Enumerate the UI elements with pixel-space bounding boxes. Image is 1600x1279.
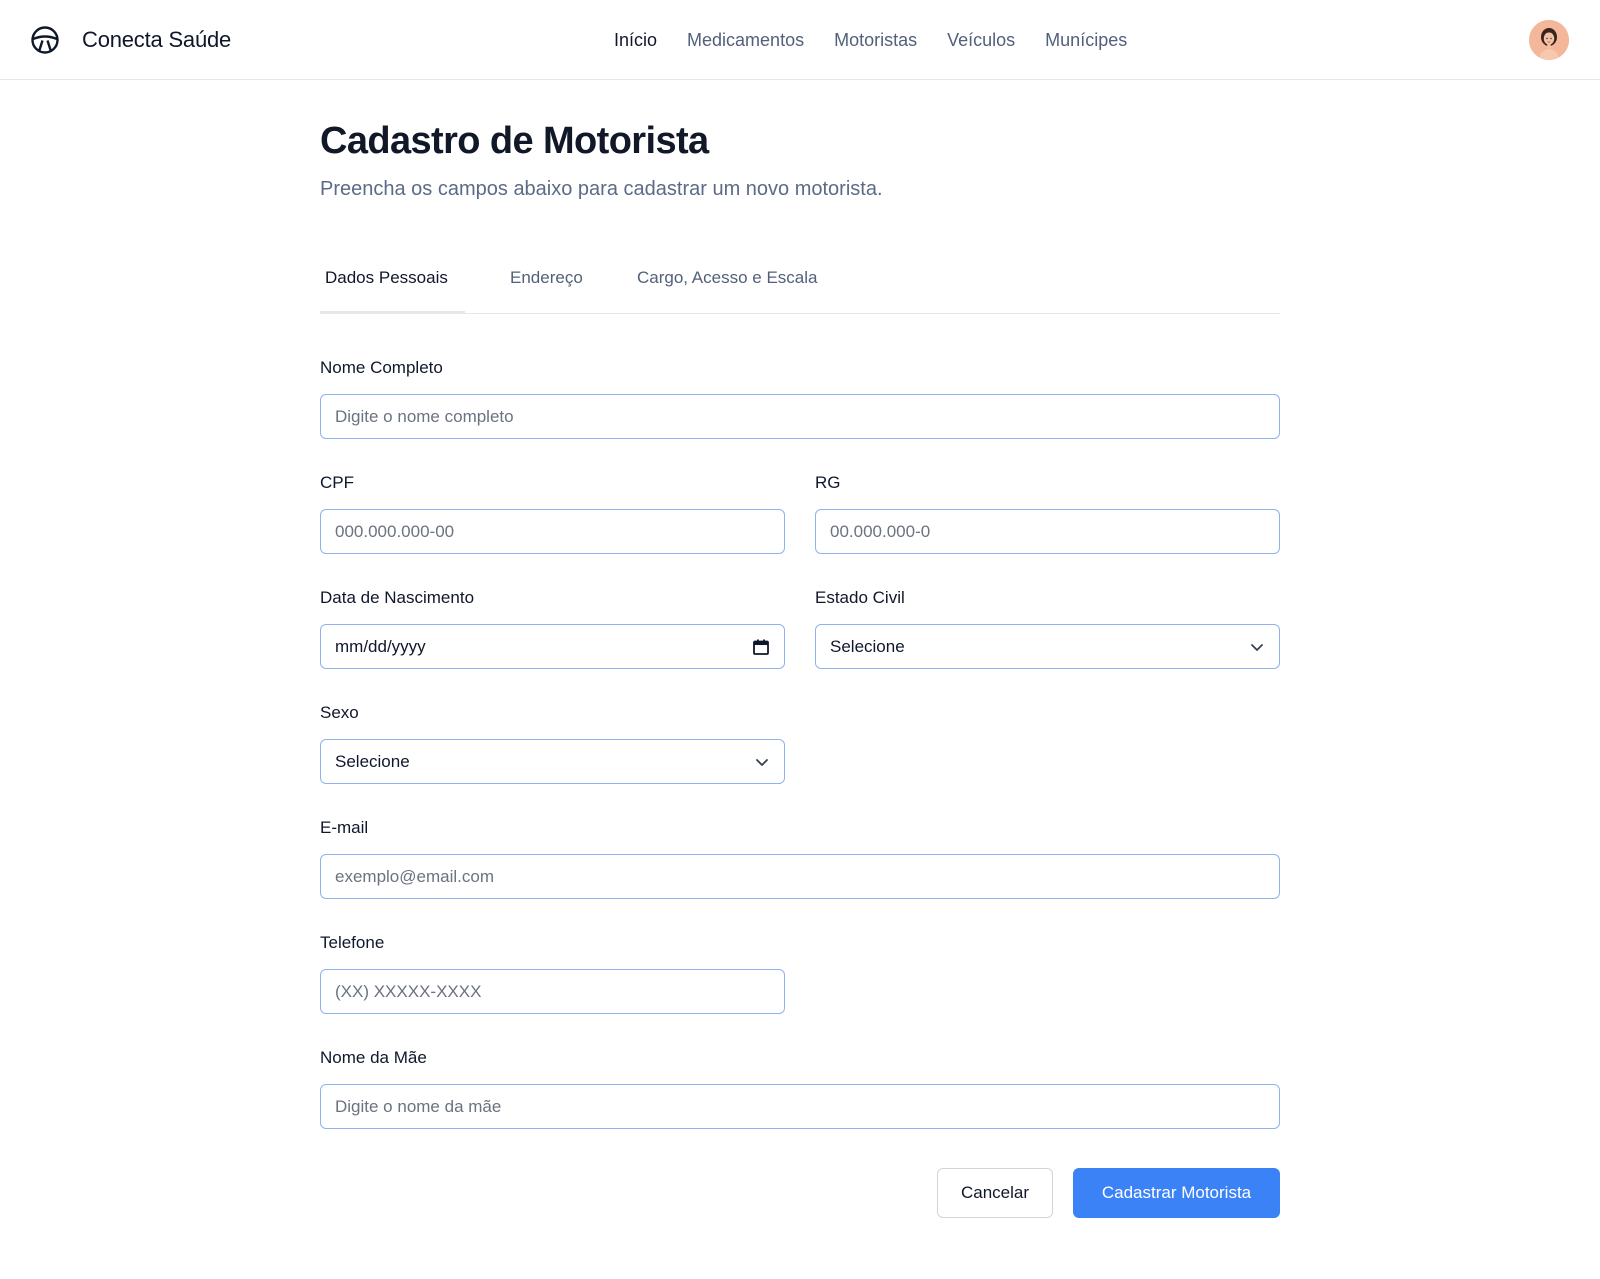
page-title: Cadastro de Motorista — [320, 120, 709, 162]
sexo-label: Sexo — [320, 703, 359, 722]
brand[interactable]: Conecta Saúde — [30, 23, 231, 57]
telefone-label: Telefone — [320, 933, 385, 952]
telefone-input[interactable] — [320, 969, 785, 1014]
email-input[interactable] — [320, 854, 1280, 899]
tab-endereco[interactable]: Endereço — [510, 268, 583, 288]
active-tab-indicator — [320, 311, 465, 314]
data-nascimento-value: mm/dd/yyyy — [335, 636, 426, 656]
data-nascimento-input[interactable]: mm/dd/yyyy — [320, 624, 785, 669]
main-nav: Início Medicamentos Motoristas Veículos … — [614, 28, 1157, 52]
sexo-select[interactable]: Selecione — [320, 739, 785, 784]
nav-item-inicio[interactable]: Início — [614, 28, 657, 52]
email-label: E-mail — [320, 818, 369, 837]
page-subtitle: Preencha os campos abaixo para cadastrar… — [320, 178, 883, 200]
chevron-down-icon — [756, 758, 768, 766]
nav-item-medicamentos[interactable]: Medicamentos — [687, 28, 804, 52]
rg-input[interactable] — [815, 509, 1280, 554]
tab-dados-pessoais[interactable]: Dados Pessoais — [325, 268, 448, 288]
cancel-button[interactable]: Cancelar — [937, 1168, 1053, 1218]
brand-name: Conecta Saúde — [82, 27, 232, 52]
chevron-down-icon — [1251, 643, 1263, 651]
estado-civil-label: Estado Civil — [815, 588, 905, 607]
data-nascimento-label: Data de Nascimento — [320, 588, 475, 607]
top-navbar: Conecta Saúde Início Medicamentos Motori… — [0, 0, 1600, 80]
nav-item-municipes[interactable]: Munícipes — [1045, 28, 1127, 52]
estado-civil-select[interactable]: Selecione — [815, 624, 1280, 669]
tab-cargo-acesso-escala[interactable]: Cargo, Acesso e Escala — [637, 268, 817, 288]
rg-label: RG — [815, 473, 841, 492]
nav-item-veiculos[interactable]: Veículos — [947, 28, 1015, 52]
form-tabs: Dados Pessoais Endereço Cargo, Acesso e … — [320, 258, 1280, 314]
nome-completo-label: Nome Completo — [320, 358, 443, 377]
avatar-illustration — [1529, 20, 1569, 60]
nome-mae-input[interactable] — [320, 1084, 1280, 1129]
steering-wheel-icon — [31, 26, 59, 54]
cpf-label: CPF — [320, 473, 354, 492]
sexo-value: Selecione — [335, 751, 410, 771]
user-avatar[interactable] — [1529, 20, 1569, 60]
calendar-icon[interactable] — [752, 638, 770, 656]
nav-item-motoristas[interactable]: Motoristas — [834, 28, 917, 52]
estado-civil-value: Selecione — [830, 636, 905, 656]
cpf-input[interactable] — [320, 509, 785, 554]
nome-mae-label: Nome da Mãe — [320, 1048, 427, 1067]
cadastrar-motorista-button[interactable]: Cadastrar Motorista — [1073, 1168, 1280, 1218]
nome-completo-input[interactable] — [320, 394, 1280, 439]
